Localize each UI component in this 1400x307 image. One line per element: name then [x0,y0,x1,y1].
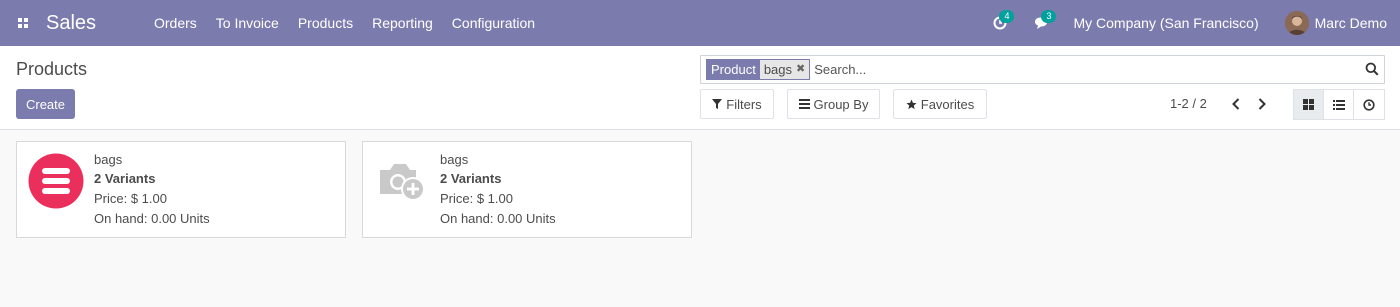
filters-label: Filters [726,96,762,112]
apps-menu-icon[interactable] [0,0,46,46]
search-facet-label: Product [707,60,760,79]
product-variants[interactable]: 2 Variants [94,171,210,187]
search-facet-value: bags [763,62,793,77]
facet-remove-icon[interactable]: ✖ [796,60,805,79]
pager-value[interactable]: 1-2 / 2 [1170,96,1207,111]
product-name: bags [94,152,123,167]
group-by-label: Group By [813,96,869,112]
activity-clock-icon[interactable]: 4 [989,10,1015,34]
view-switcher [1293,89,1385,120]
user-avatar[interactable] [1284,11,1309,35]
product-card-body: bags 2 Variants Price: $ 1.00 On hand: 0… [440,152,556,227]
pager-next-icon[interactable] [1254,95,1270,113]
search-facet-value-wrap: bags ✖ [759,60,810,79]
create-button[interactable]: Create [16,89,75,119]
list-view-icon[interactable] [1324,90,1354,119]
filters-button[interactable]: Filters [700,89,774,119]
product-card-body: bags 2 Variants Price: $ 1.00 On hand: 0… [94,152,210,227]
kanban-view-icon[interactable] [1294,90,1324,119]
search-icon[interactable] [1365,62,1379,76]
messages-chat-icon[interactable]: 3 [1031,10,1057,34]
product-price: Price: $ 1.00 [440,191,513,206]
product-name: bags [440,152,469,167]
menu-products[interactable]: Products [298,15,353,31]
messages-count-badge: 3 [1041,10,1057,23]
activity-view-icon[interactable] [1354,90,1384,119]
menu-configuration[interactable]: Configuration [452,15,535,31]
product-on-hand: On hand: 0.00 Units [94,211,210,226]
product-card[interactable]: bags 2 Variants Price: $ 1.00 On hand: 0… [16,141,346,238]
group-by-bars-icon [798,99,810,109]
activity-count-badge: 4 [999,10,1015,23]
user-name[interactable]: Marc Demo [1315,15,1387,31]
search-bar[interactable]: Product bags ✖ [700,55,1385,84]
favorites-button[interactable]: Favorites [893,89,987,119]
menu-orders[interactable]: Orders [154,15,197,31]
product-logo-icon [27,152,85,210]
group-by-button[interactable]: Group By [787,89,880,119]
camera-placeholder-icon [373,152,431,210]
menu-reporting[interactable]: Reporting [372,15,433,31]
company-switcher[interactable]: My Company (San Francisco) [1073,15,1258,31]
search-facet: Product bags ✖ [706,59,811,80]
product-on-hand: On hand: 0.00 Units [440,211,556,226]
pager-previous-icon[interactable] [1228,95,1244,113]
page-title: Products [16,59,88,79]
product-card[interactable]: bags 2 Variants Price: $ 1.00 On hand: 0… [362,141,692,238]
top-navbar: Sales Orders To Invoice Products Reporti… [0,0,1400,46]
favorites-label: Favorites [920,96,975,112]
product-variants[interactable]: 2 Variants [440,171,556,187]
filter-funnel-icon [712,99,723,109]
star-icon [906,98,917,110]
search-input[interactable] [814,59,1384,80]
menu-to-invoice[interactable]: To Invoice [216,15,279,31]
control-panel: Products Create Product bags ✖ Filters G… [0,46,1400,130]
app-brand[interactable]: Sales [46,12,154,35]
product-price: Price: $ 1.00 [94,191,167,206]
